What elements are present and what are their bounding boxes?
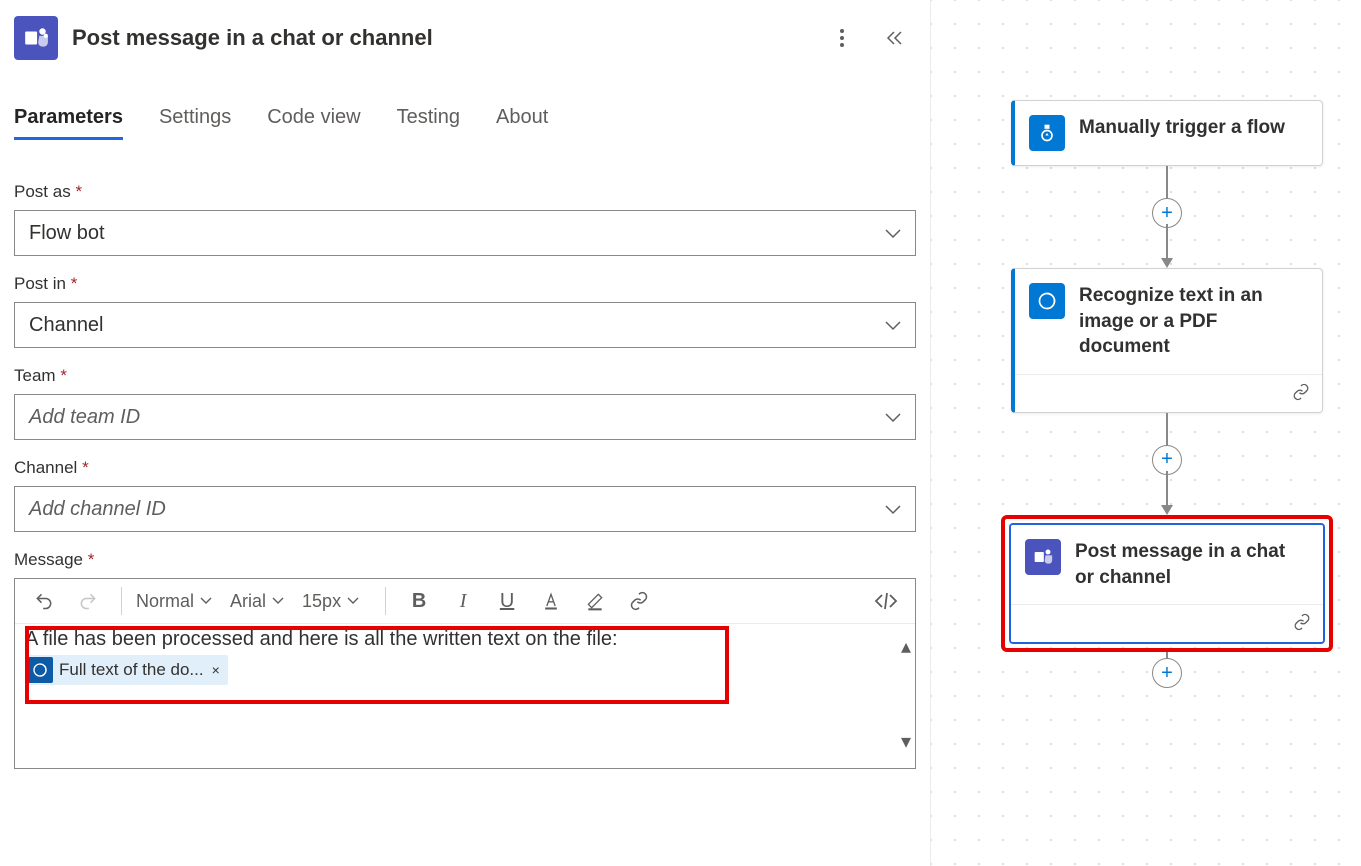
channel-label: Channel * (14, 458, 916, 478)
add-step-button[interactable]: + (1152, 658, 1182, 688)
channel-placeholder: Add channel ID (29, 498, 166, 521)
post-in-label: Post in * (14, 274, 916, 294)
paragraph-style-dropdown[interactable]: Normal (136, 591, 212, 612)
flow-card-trigger[interactable]: Manually trigger a flow (1011, 100, 1323, 166)
chevron-down-icon (885, 498, 901, 521)
italic-icon[interactable]: I (450, 590, 476, 613)
code-view-icon[interactable] (873, 591, 899, 611)
scroll-up-icon[interactable]: ▴ (901, 634, 911, 659)
chevron-down-icon (885, 314, 901, 337)
underline-icon[interactable]: U (494, 590, 520, 613)
card-title: Manually trigger a flow (1079, 115, 1285, 141)
chevron-down-icon (885, 406, 901, 429)
flow-card-recognize[interactable]: Recognize text in an image or a PDF docu… (1011, 268, 1323, 413)
chevron-down-icon (885, 222, 901, 245)
panel-header: Post message in a chat or channel (14, 12, 916, 66)
collapse-panel-icon[interactable] (882, 26, 906, 50)
trigger-icon (1029, 115, 1065, 151)
message-editor[interactable]: A file has been processed and here is al… (15, 624, 915, 768)
link-icon[interactable] (626, 591, 652, 611)
redo-icon[interactable] (75, 591, 101, 611)
bold-icon[interactable]: B (406, 590, 432, 613)
connection-icon[interactable] (1293, 613, 1311, 634)
post-in-select[interactable]: Channel (14, 302, 916, 348)
team-select[interactable]: Add team ID (14, 394, 916, 440)
font-color-icon[interactable] (538, 591, 564, 611)
highlight-icon[interactable] (582, 591, 608, 611)
connection-icon[interactable] (1292, 383, 1310, 404)
more-menu-icon[interactable] (830, 26, 854, 50)
team-label: Team * (14, 366, 916, 386)
tab-about[interactable]: About (496, 106, 548, 140)
rte-toolbar: Normal Arial 15px B I U (15, 579, 915, 624)
tab-code-view[interactable]: Code view (267, 106, 360, 140)
teams-icon (1025, 539, 1061, 575)
post-as-select[interactable]: Flow bot (14, 210, 916, 256)
panel-title: Post message in a chat or channel (72, 25, 816, 51)
tab-settings[interactable]: Settings (159, 106, 231, 140)
tabs: Parameters Settings Code view Testing Ab… (14, 106, 916, 140)
ai-builder-icon (1029, 283, 1065, 319)
token-label: Full text of the do... (59, 660, 204, 680)
flow-card-post-message[interactable]: Post message in a chat or channel (1011, 525, 1323, 642)
scroll-down-icon[interactable]: ▾ (901, 729, 911, 754)
tab-testing[interactable]: Testing (397, 106, 460, 140)
team-placeholder: Add team ID (29, 406, 140, 429)
dynamic-content-token[interactable]: Full text of the do... × (25, 655, 228, 685)
token-remove-icon[interactable]: × (212, 662, 220, 678)
tab-parameters[interactable]: Parameters (14, 106, 123, 140)
card-title: Post message in a chat or channel (1075, 539, 1309, 590)
post-as-label: Post as * (14, 182, 916, 202)
teams-icon (14, 16, 58, 60)
ai-builder-icon (27, 657, 53, 683)
post-in-value: Channel (29, 314, 104, 337)
post-as-value: Flow bot (29, 222, 105, 245)
message-text: A file has been processed and here is al… (25, 628, 905, 651)
message-label: Message * (14, 550, 916, 570)
flow-canvas[interactable]: Manually trigger a flow + Recognize text… (930, 0, 1361, 866)
undo-icon[interactable] (31, 591, 57, 611)
channel-select[interactable]: Add channel ID (14, 486, 916, 532)
selected-card-highlight: Post message in a chat or channel (1001, 515, 1333, 652)
font-size-dropdown[interactable]: 15px (302, 591, 359, 612)
card-title: Recognize text in an image or a PDF docu… (1079, 283, 1308, 360)
font-family-dropdown[interactable]: Arial (230, 591, 284, 612)
